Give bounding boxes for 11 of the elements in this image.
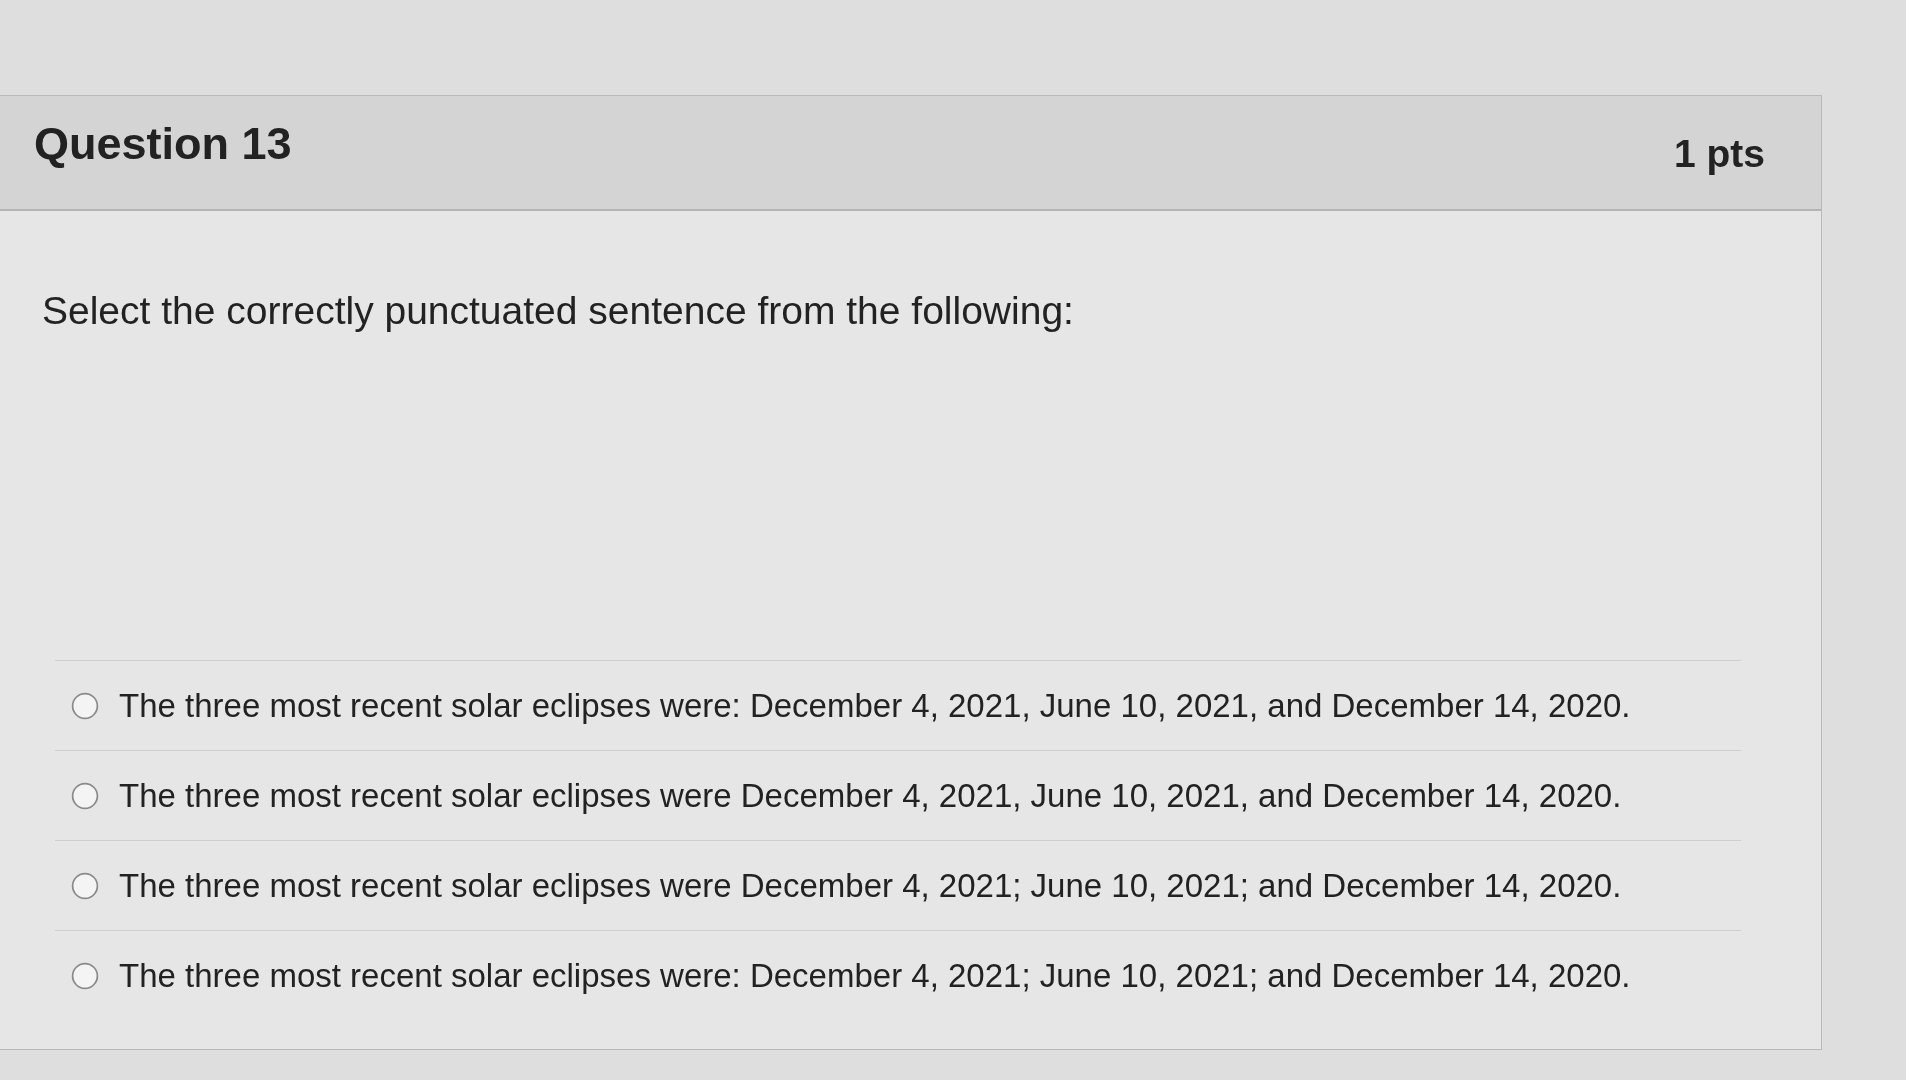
question-title: Question 13 xyxy=(34,118,292,170)
option-label[interactable]: The three most recent solar eclipses were December 4, 2021; June 10, 2021; and December 14, 2020. xyxy=(119,866,1622,905)
radio-button[interactable] xyxy=(71,871,99,900)
radio-button[interactable] xyxy=(71,691,99,720)
points-label: 1 pts xyxy=(1673,132,1765,176)
radio-button[interactable] xyxy=(71,781,99,810)
question-prompt: Select the correctly punctuated sentence from the following: xyxy=(42,289,1074,333)
option-label[interactable]: The three most recent solar eclipses were: December 4, 2021, June 10, 2021, and December 14, 2020. xyxy=(119,686,1631,725)
option-label[interactable]: The three most recent solar eclipses were December 4, 2021, June 10, 2021, and December 14, 2020. xyxy=(119,776,1622,815)
option-label[interactable]: The three most recent solar eclipses were: December 4, 2021; June 10, 2021; and December 14, 2020. xyxy=(119,956,1631,995)
radio-button[interactable] xyxy=(71,961,99,990)
